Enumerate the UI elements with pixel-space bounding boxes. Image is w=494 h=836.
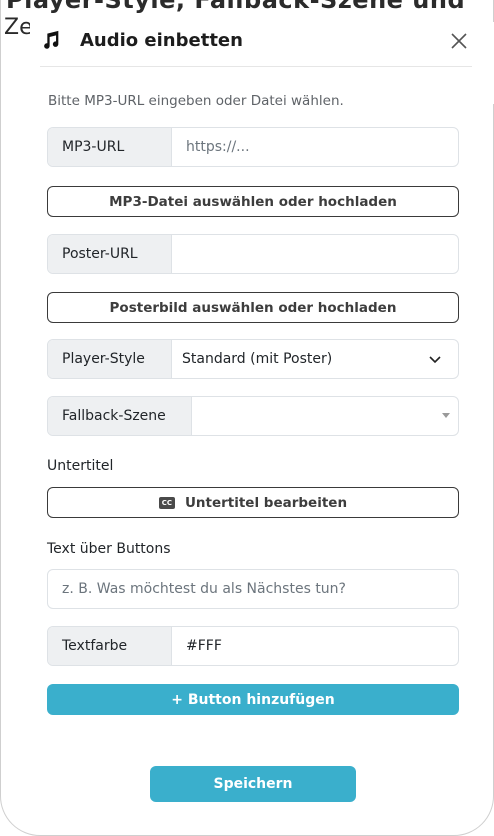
poster-url-input[interactable] <box>172 235 458 273</box>
poster-url-group: Poster-URL <box>47 234 459 274</box>
subtitles-label: Untertitel <box>47 458 114 474</box>
fallback-scene-group: Fallback-Szene <box>47 396 459 436</box>
text-above-buttons-label: Text über Buttons <box>47 541 171 557</box>
instruction-text: Bitte MP3-URL eingeben oder Datei wählen… <box>48 93 344 109</box>
background-heading-fragment: Player-Style, Fallback-Szene und <box>6 0 466 14</box>
modal-header: Audio einbetten <box>40 14 472 67</box>
player-style-group: Player-Style Standard (mit Poster) <box>47 339 459 379</box>
player-style-select[interactable]: Standard (mit Poster) <box>172 340 458 378</box>
mp3-url-input[interactable] <box>172 128 458 166</box>
audio-embed-modal: Audio einbetten Bitte MP3-URL eingeben o… <box>30 14 472 814</box>
save-button[interactable]: Speichern <box>150 766 356 802</box>
close-icon[interactable] <box>448 30 470 52</box>
poster-url-label: Poster-URL <box>48 235 172 273</box>
player-style-label: Player-Style <box>48 340 172 378</box>
text-color-group: Textfarbe <box>47 626 459 666</box>
caret-down-icon <box>442 413 450 418</box>
music-note-icon <box>44 30 59 49</box>
text-above-buttons-input[interactable] <box>47 569 459 609</box>
chevron-down-icon <box>429 356 441 364</box>
closed-captions-icon: CC <box>158 496 175 509</box>
background-text-fragment: Ze <box>4 15 33 40</box>
edit-subtitles-label: Untertitel bearbeiten <box>184 494 348 511</box>
text-color-label: Textfarbe <box>48 627 172 665</box>
player-style-selected: Standard (mit Poster) <box>182 351 333 367</box>
add-button-button[interactable]: + Button hinzufügen <box>47 684 459 715</box>
modal-title: Audio einbetten <box>80 30 243 51</box>
mp3-url-label: MP3-URL <box>48 128 172 166</box>
text-color-input[interactable] <box>172 627 458 665</box>
fallback-scene-select[interactable] <box>192 397 458 435</box>
background-border-gap <box>472 22 494 104</box>
mp3-file-select-button[interactable]: MP3-Datei auswählen oder hochladen <box>47 186 459 217</box>
poster-file-select-button[interactable]: Posterbild auswählen oder hochladen <box>47 292 459 323</box>
mp3-url-group: MP3-URL <box>47 127 459 167</box>
fallback-scene-label: Fallback-Szene <box>48 397 192 435</box>
edit-subtitles-button[interactable]: CC Untertitel bearbeiten <box>47 487 459 518</box>
